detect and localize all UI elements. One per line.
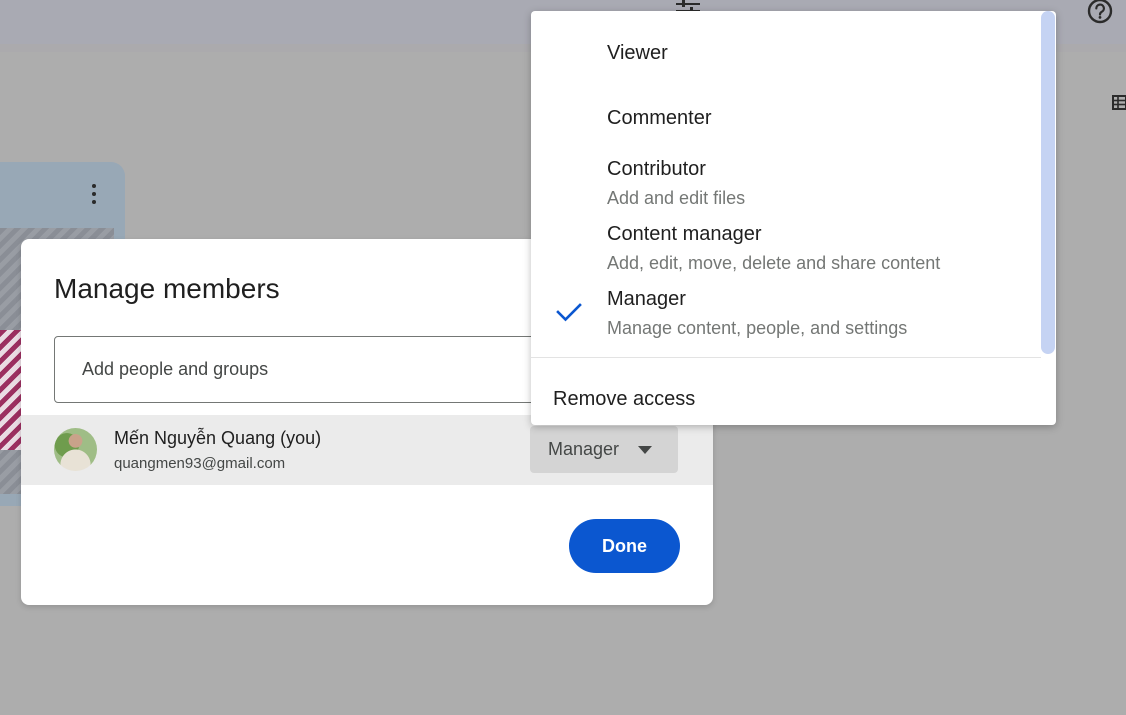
menu-item-contributor[interactable]: Contributor Add and edit files — [531, 151, 1041, 213]
menu-item-title: Contributor — [607, 158, 706, 180]
dialog-title: Manage members — [54, 273, 280, 304]
menu-divider — [531, 357, 1041, 358]
menu-scrollbar[interactable] — [1041, 11, 1055, 354]
member-email: quangmen93@gmail.com — [114, 455, 286, 472]
check-icon — [556, 303, 582, 322]
menu-item-description: Add, edit, move, delete and share conten… — [607, 253, 941, 273]
member-name: Mến Nguyễn Quang (you) — [114, 428, 322, 448]
arrow-drop-down-icon — [638, 446, 652, 454]
help-icon[interactable] — [1086, 0, 1114, 24]
member-row: Mến Nguyễn Quang (you) quangmen93@gmail.… — [21, 415, 713, 485]
menu-item-commenter[interactable]: Commenter — [531, 96, 1041, 146]
menu-item-content-manager[interactable]: Content manager Add, edit, move, delete … — [531, 216, 1041, 278]
avatar — [54, 428, 97, 471]
menu-item-viewer[interactable]: Viewer — [531, 31, 1041, 81]
menu-item-description: Add and edit files — [607, 188, 746, 208]
role-dropdown-label: Manager — [548, 439, 620, 459]
grid-view-icon[interactable] — [1112, 94, 1126, 110]
menu-item-title: Commenter — [607, 107, 712, 129]
menu-item-manager[interactable]: Manager Manage content, people, and sett… — [531, 281, 1041, 343]
role-dropdown-button[interactable]: Manager — [530, 426, 678, 473]
remove-access-item[interactable]: Remove access — [553, 388, 695, 411]
add-people-field[interactable] — [54, 336, 554, 403]
done-button[interactable]: Done — [569, 519, 680, 573]
menu-item-title: Content manager — [607, 223, 762, 245]
add-people-input[interactable] — [55, 337, 553, 402]
menu-item-title: Viewer — [607, 42, 668, 64]
menu-item-title: Manager — [607, 288, 686, 310]
menu-item-description: Manage content, people, and settings — [607, 318, 908, 338]
role-menu: Viewer Commenter Contributor Add and edi… — [531, 11, 1056, 425]
more-vert-icon[interactable] — [86, 182, 102, 206]
